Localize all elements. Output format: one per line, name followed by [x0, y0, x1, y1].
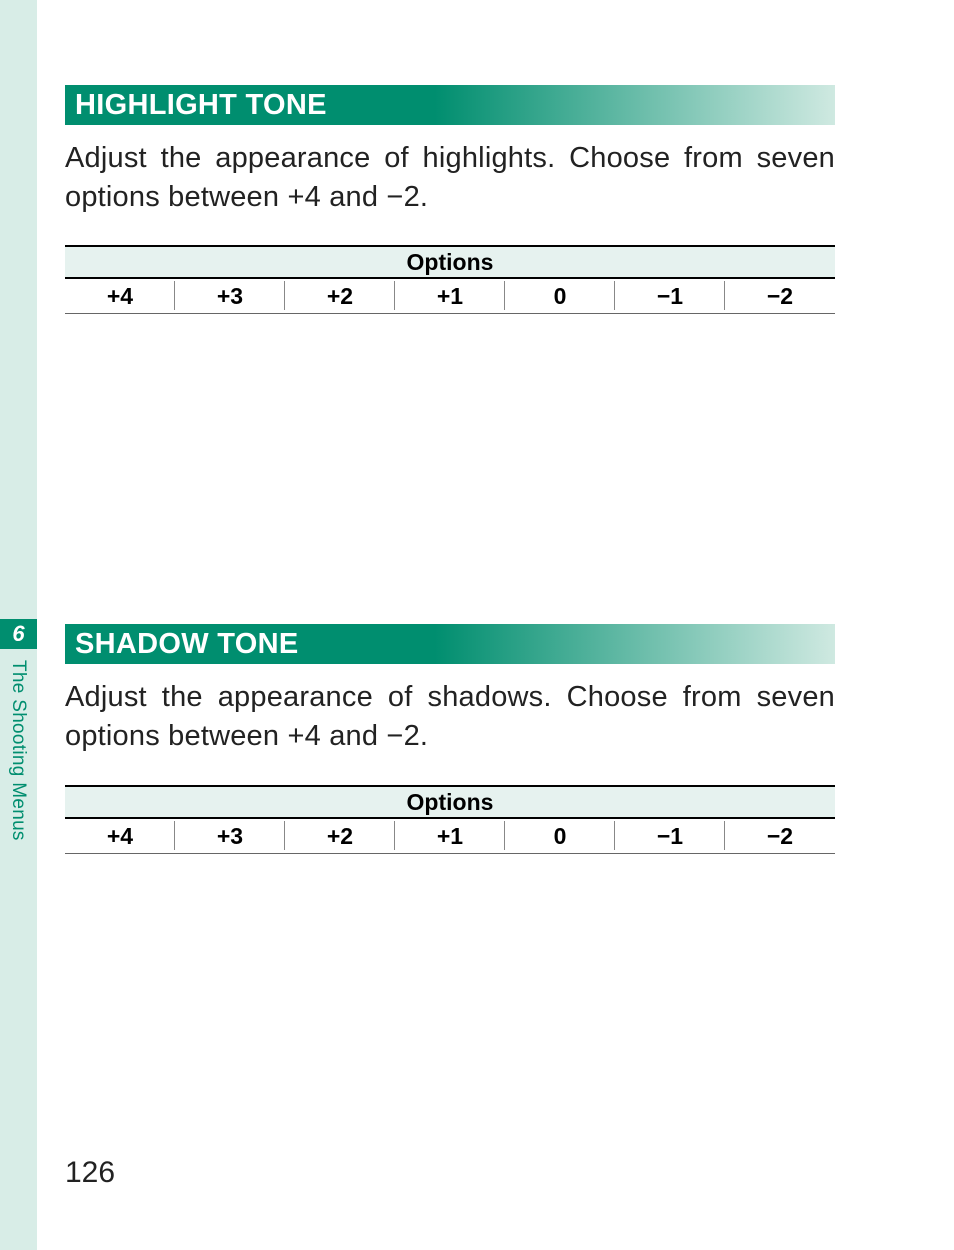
option-cell: +3: [175, 818, 285, 854]
option-cell: +1: [395, 818, 505, 854]
option-cell: 0: [505, 818, 615, 854]
options-table: Options +4 +3 +2 +1 0 −1 −2: [65, 245, 835, 314]
chapter-title-container: The Shooting Menus: [0, 660, 37, 950]
option-cell: 0: [505, 278, 615, 314]
options-header-cell: Options: [65, 786, 835, 818]
option-cell: −1: [615, 818, 725, 854]
options-row: +4 +3 +2 +1 0 −1 −2: [65, 818, 835, 854]
section-highlight-tone: HIGHLIGHT TONE Adjust the appearance of …: [65, 85, 835, 314]
section-body: Adjust the appearance of highlights. Cho…: [65, 139, 835, 217]
option-cell: −1: [615, 278, 725, 314]
chapter-tab: 6: [0, 619, 37, 649]
option-cell: +4: [65, 278, 175, 314]
option-cell: +1: [395, 278, 505, 314]
section-body: Adjust the appearance of shadows. Choose…: [65, 678, 835, 756]
option-cell: +2: [285, 278, 395, 314]
chapter-number: 6: [12, 621, 24, 647]
option-cell: −2: [725, 278, 835, 314]
section-shadow-tone: SHADOW TONE Adjust the appearance of sha…: [65, 624, 835, 853]
section-heading: SHADOW TONE: [65, 624, 835, 664]
option-cell: +2: [285, 818, 395, 854]
options-row: +4 +3 +2 +1 0 −1 −2: [65, 278, 835, 314]
option-cell: +4: [65, 818, 175, 854]
option-cell: +3: [175, 278, 285, 314]
options-header-cell: Options: [65, 246, 835, 278]
chapter-title: The Shooting Menus: [9, 660, 28, 841]
section-heading: HIGHLIGHT TONE: [65, 85, 835, 125]
page-content: HIGHLIGHT TONE Adjust the appearance of …: [65, 85, 835, 854]
page-number: 126: [65, 1156, 115, 1190]
options-table: Options +4 +3 +2 +1 0 −1 −2: [65, 785, 835, 854]
option-cell: −2: [725, 818, 835, 854]
